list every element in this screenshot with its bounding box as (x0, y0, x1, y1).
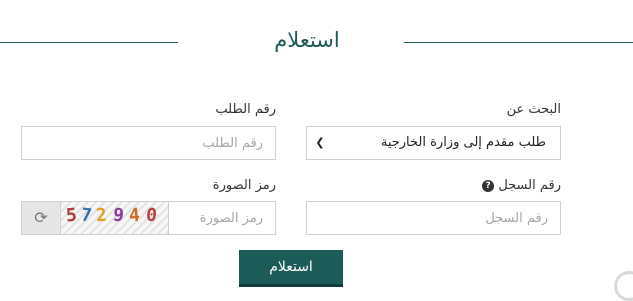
captcha-input[interactable] (168, 201, 276, 235)
captcha-label: رمز الصورة (212, 178, 276, 193)
captcha-digit: 2 (95, 204, 108, 227)
captcha-digit: 0 (144, 204, 158, 227)
divider-left (0, 42, 178, 43)
search-by-selected: طلب مقدم إلى وزارة الخارجية (380, 135, 546, 150)
page-header: استعلام (0, 24, 633, 56)
captcha-digit: 4 (128, 204, 141, 227)
request-number-input[interactable] (21, 126, 276, 160)
captcha-digit: 9 (111, 204, 125, 227)
record-number-input[interactable] (306, 201, 561, 235)
captcha-digit: 7 (79, 204, 93, 227)
divider-right (404, 42, 633, 43)
record-number-label-text: رقم السجل (498, 178, 561, 193)
captcha-digit: 5 (65, 204, 78, 227)
captcha-image: 572940 (61, 201, 168, 235)
request-number-label: رقم الطلب (215, 102, 276, 117)
chevron-down-icon: ❯ (315, 136, 325, 149)
search-by-label: البحث عن (506, 102, 561, 117)
record-number-label: رقم السجل ? (441, 177, 561, 195)
refresh-icon[interactable]: ⟳ (21, 201, 61, 235)
submit-button[interactable]: استعلام (239, 250, 343, 287)
question-circle-icon[interactable]: ? (482, 179, 495, 192)
loading-spinner (614, 271, 633, 301)
page-title: استعلام (274, 28, 340, 52)
search-by-select[interactable]: طلب مقدم إلى وزارة الخارجية ❯ (306, 126, 561, 160)
